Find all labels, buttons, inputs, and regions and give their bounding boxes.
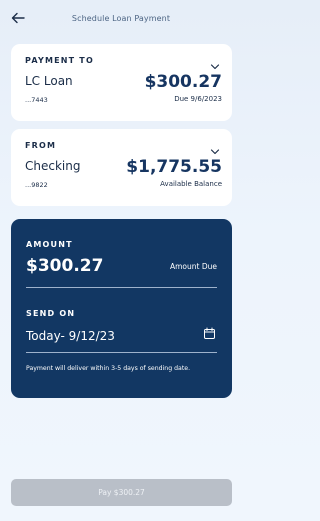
amount-due-option[interactable]: Amount Due bbox=[170, 262, 217, 271]
arrow-left-icon[interactable] bbox=[10, 10, 26, 26]
delivery-note: Payment will deliver within 3-5 days of … bbox=[26, 365, 191, 372]
send-on-label: SEND ON bbox=[26, 309, 76, 318]
chevron-down-icon[interactable] bbox=[210, 56, 220, 70]
payee-amount: $300.27 bbox=[144, 72, 222, 92]
payment-to-card[interactable]: PAYMENT TO LC Loan ...7443 $300.27 Due 9… bbox=[11, 44, 232, 121]
payee-name: LC Loan bbox=[25, 74, 73, 88]
page-title: Schedule Loan Payment bbox=[71, 13, 171, 23]
from-account-name: Checking bbox=[25, 159, 81, 173]
payment-to-label: PAYMENT TO bbox=[25, 56, 94, 65]
amount-value[interactable]: $300.27 bbox=[26, 256, 103, 276]
pay-button[interactable]: Pay $300.27 bbox=[11, 479, 232, 506]
send-on-divider bbox=[26, 352, 217, 353]
payee-due-date: Due 9/6/2023 bbox=[174, 95, 222, 103]
from-account-mask: ...9822 bbox=[25, 181, 48, 189]
chevron-down-icon[interactable] bbox=[210, 141, 220, 155]
from-account-card[interactable]: FROM Checking ...9822 $1,775.55 Availabl… bbox=[11, 129, 232, 206]
payment-details-panel: AMOUNT $300.27 Amount Due SEND ON Today-… bbox=[11, 219, 232, 398]
payee-account-mask: ...7443 bbox=[25, 96, 48, 104]
available-balance-label: Available Balance bbox=[160, 180, 222, 188]
amount-label: AMOUNT bbox=[26, 240, 73, 249]
from-label: FROM bbox=[25, 141, 57, 150]
available-balance-amount: $1,775.55 bbox=[126, 157, 222, 177]
header-bar: Schedule Loan Payment bbox=[0, 0, 242, 36]
amount-divider bbox=[26, 287, 217, 288]
calendar-icon[interactable] bbox=[203, 325, 216, 339]
send-on-date[interactable]: Today- 9/12/23 bbox=[26, 329, 115, 343]
